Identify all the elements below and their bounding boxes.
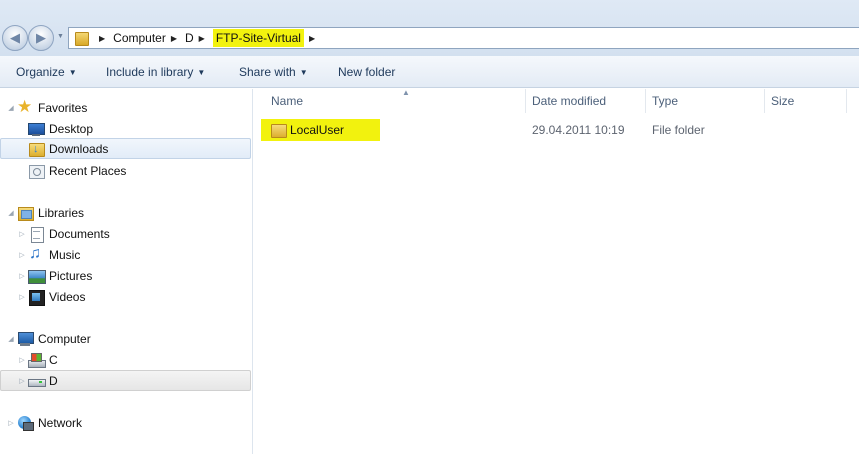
sidebar-item-libraries[interactable]: ◢ Libraries [6,202,84,223]
sidebar-item-favorites[interactable]: ◢ Favorites [6,97,87,118]
expand-arrow-icon[interactable]: ▷ [17,293,27,301]
back-button[interactable]: ◀ [2,25,28,51]
table-row[interactable]: LocalUser 29.04.2011 10:19 File folder [254,119,859,141]
desktop-icon [28,121,45,137]
date-modified-cell: 29.04.2011 10:19 [532,123,625,137]
forward-button[interactable]: ▶ [28,25,54,51]
pictures-icon [28,268,46,284]
organize-menu-button[interactable]: Organize ▼ [16,65,77,79]
sidebar-item-desktop[interactable]: Desktop [18,118,93,139]
column-header-size[interactable]: Size [765,89,847,113]
navigation-pane: ◢ Favorites Desktop Downloads Recent Pla… [0,89,253,454]
command-toolbar: Organize ▼ Include in library ▼ Share with… [0,56,859,88]
sidebar-item-computer[interactable]: ◢ Computer [6,328,91,349]
forward-arrow-icon: ▶ [36,30,46,45]
recent-pages-dropdown-icon[interactable]: ▼ [57,33,64,40]
expand-arrow-icon[interactable]: ▷ [17,251,27,259]
chevron-right-icon[interactable]: ▶ [99,34,105,43]
column-header-type[interactable]: Type [646,89,765,113]
sidebar-item-pictures[interactable]: ▷ Pictures [17,265,92,286]
collapse-arrow-icon[interactable]: ◢ [6,104,16,112]
documents-icon [28,226,44,243]
sidebar-item-recent-places[interactable]: Recent Places [28,160,126,181]
address-bar[interactable]: ▶ Computer ▶ D ▶ FTP-Site-Virtual ▶ [68,27,859,49]
chevron-right-icon[interactable]: ▶ [309,34,315,43]
share-with-button[interactable]: Share with ▼ [239,65,308,79]
chevron-right-icon[interactable]: ▶ [171,34,177,43]
computer-icon [17,331,34,347]
sidebar-item-drive-c[interactable]: ▷ C [17,349,58,370]
sidebar-item-videos[interactable]: ▷ Videos [17,286,85,307]
sidebar-item-downloads[interactable]: Downloads [0,138,251,159]
column-header-date-modified[interactable]: Date modified [526,89,646,113]
sidebar-item-music[interactable]: ▷ Music [17,244,80,265]
chevron-down-icon: ▼ [299,68,308,77]
folder-icon [74,31,89,46]
video-film-icon [28,289,45,306]
navigation-bar: ◀ ▶ ▼ ▶ Computer ▶ D ▶ FTP-Site-Virtual … [0,0,859,56]
column-header-name[interactable]: Name ▲ [265,88,526,113]
chevron-down-icon: ▼ [197,68,206,77]
hard-drive-icon [28,373,46,389]
file-name-cell[interactable]: LocalUser [261,119,380,141]
expand-arrow-icon[interactable]: ▷ [17,377,27,385]
star-icon [17,97,33,117]
new-folder-button[interactable]: New folder [338,65,395,79]
breadcrumb-ftp-site-virtual[interactable]: FTP-Site-Virtual [212,29,304,47]
folder-icon [270,122,287,138]
collapse-arrow-icon[interactable]: ◢ [6,209,16,217]
chevron-right-icon[interactable]: ▶ [199,34,205,43]
chevron-down-icon: ▼ [68,68,77,77]
back-arrow-icon: ◀ [10,30,20,45]
expand-arrow-icon[interactable]: ▷ [6,419,16,427]
sort-ascending-icon: ▲ [402,88,410,97]
breadcrumb-d[interactable]: D [185,31,194,45]
file-list: Name ▲ Date modified Type Size LocalUser… [254,88,859,454]
music-note-icon [28,245,44,263]
type-cell: File folder [652,123,705,137]
network-icon [17,415,34,431]
libraries-icon [17,205,34,221]
recent-places-icon [28,163,45,179]
sidebar-item-documents[interactable]: ▷ Documents [17,223,110,244]
expand-arrow-icon[interactable]: ▷ [17,230,27,238]
downloads-folder-icon [28,141,45,157]
breadcrumb-computer[interactable]: Computer [113,31,166,45]
sidebar-item-drive-d[interactable]: ▷ D [0,370,251,391]
sidebar-item-network[interactable]: ▷ Network [6,412,82,433]
expand-arrow-icon[interactable]: ▷ [17,356,27,364]
system-drive-icon [28,352,46,368]
include-in-library-button[interactable]: Include in library ▼ [106,65,205,79]
collapse-arrow-icon[interactable]: ◢ [6,335,16,343]
expand-arrow-icon[interactable]: ▷ [17,272,27,280]
